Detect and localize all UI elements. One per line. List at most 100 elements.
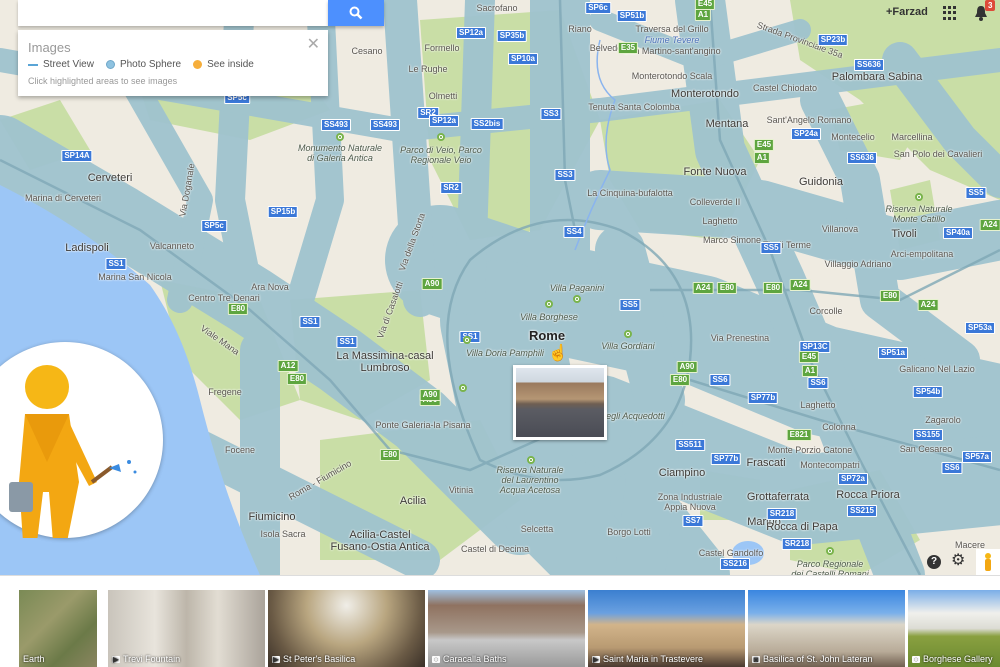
place-label[interactable]: Rome bbox=[529, 329, 565, 342]
place-label[interactable]: Laghetto bbox=[800, 400, 835, 410]
colosseum-preview-thumbnail[interactable] bbox=[513, 365, 607, 440]
park-poi-marker-icon[interactable] bbox=[527, 456, 535, 464]
place-label[interactable]: Selcetta bbox=[521, 524, 554, 534]
place-label[interactable]: Colleverde II bbox=[690, 197, 741, 207]
place-label[interactable]: Marina di Cerveteri bbox=[25, 193, 101, 203]
place-label[interactable]: Galicano Nel Lazio bbox=[899, 364, 975, 374]
place-label[interactable]: Parco di Veio, Parco Regionale Veio bbox=[400, 145, 482, 165]
place-label[interactable]: Via Prenestina bbox=[711, 333, 769, 343]
park-poi-marker-icon[interactable] bbox=[463, 336, 471, 344]
park-poi-marker-icon[interactable] bbox=[459, 384, 467, 392]
place-label[interactable]: La Massimina-casal Lumbroso bbox=[336, 350, 433, 374]
place-label[interactable]: Villa Paganini bbox=[550, 283, 604, 293]
place-label[interactable]: Zagarolo bbox=[925, 415, 961, 425]
pegman-icon[interactable] bbox=[976, 549, 1000, 575]
place-label[interactable]: Acilia-Castel Fusano-Ostia Antica bbox=[330, 529, 429, 553]
place-label[interactable]: Cesano bbox=[351, 46, 382, 56]
search-input[interactable] bbox=[18, 0, 328, 26]
place-label[interactable]: Olmetti bbox=[429, 91, 458, 101]
place-label[interactable]: San Martino-sant'angino bbox=[623, 46, 720, 56]
place-label[interactable]: Marina San Nicola bbox=[98, 272, 172, 282]
place-label[interactable]: Montecompatri bbox=[800, 460, 860, 470]
park-poi-marker-icon[interactable] bbox=[336, 133, 344, 141]
place-label[interactable]: Villa Doria Pamphili bbox=[466, 348, 544, 358]
notification-count-badge[interactable]: 3 bbox=[985, 0, 996, 11]
place-label[interactable]: Sacrofano bbox=[476, 3, 517, 13]
place-label[interactable]: Corcolle bbox=[809, 306, 842, 316]
place-label[interactable]: Arci-empolitana bbox=[891, 249, 954, 259]
place-label[interactable]: Castel Chiodato bbox=[753, 83, 817, 93]
park-poi-marker-icon[interactable] bbox=[915, 193, 923, 201]
place-label[interactable]: Rocca Priora bbox=[836, 489, 900, 501]
place-label[interactable]: Fonte Nuova bbox=[684, 166, 747, 178]
park-poi-marker-icon[interactable] bbox=[437, 133, 445, 141]
place-label[interactable]: Riserva Naturale del Laurentino Acqua Ac… bbox=[496, 465, 563, 495]
place-label[interactable]: Isola Sacra bbox=[260, 529, 305, 539]
place-label[interactable]: Monte Porzio Catone bbox=[768, 445, 853, 455]
place-label[interactable]: Tenuta Santa Colomba bbox=[588, 102, 680, 112]
place-label[interactable]: Le Rughe bbox=[408, 64, 447, 74]
place-label[interactable]: Villaggio Adriano bbox=[825, 259, 892, 269]
place-label[interactable]: La Cinquina-bufalotta bbox=[587, 188, 673, 198]
place-label[interactable]: Formello bbox=[424, 43, 459, 53]
photo-card-saint-maria-in-trastevere[interactable]: ▶ Saint Maria in Trastevere bbox=[588, 590, 745, 667]
place-label[interactable]: Valcanneto bbox=[150, 241, 194, 251]
place-label[interactable]: Monumento Naturale di Galeria Antica bbox=[298, 143, 382, 163]
photo-card-basilica-of-st-john-lateran[interactable]: ◙ Basilica of St. John Lateran bbox=[748, 590, 905, 667]
place-label[interactable]: Guidonia bbox=[799, 176, 843, 188]
close-icon[interactable]: ✕ bbox=[307, 37, 320, 53]
place-label[interactable]: Monterotondo Scala bbox=[632, 71, 713, 81]
place-label[interactable]: San Polo dei Cavalieri bbox=[894, 149, 983, 159]
place-label[interactable]: Ara Nova bbox=[251, 282, 289, 292]
place-label[interactable]: Castel di Decima bbox=[461, 544, 529, 554]
place-label[interactable]: Frascati bbox=[746, 457, 785, 469]
place-label[interactable]: Tivoli bbox=[891, 228, 916, 240]
place-label[interactable]: Villanova bbox=[822, 224, 858, 234]
place-label[interactable]: Marcellina bbox=[891, 132, 932, 142]
place-label[interactable]: Zona Industriale Appia Nuova bbox=[658, 492, 723, 512]
place-label[interactable]: Monterotondo bbox=[671, 88, 739, 100]
place-label[interactable]: Rocca di Papa bbox=[766, 521, 838, 533]
place-label[interactable]: Focene bbox=[225, 445, 255, 455]
place-label[interactable]: Ladispoli bbox=[65, 242, 108, 254]
park-poi-marker-icon[interactable] bbox=[545, 300, 553, 308]
park-poi-marker-icon[interactable] bbox=[624, 330, 632, 338]
place-label[interactable]: Grottaferrata bbox=[747, 491, 809, 503]
photo-card-caracalla-baths[interactable]: ◌ Caracalla Baths bbox=[428, 590, 585, 667]
place-label[interactable]: Villa Borghese bbox=[520, 312, 578, 322]
place-label[interactable]: Vitinia bbox=[449, 485, 473, 495]
place-label[interactable]: Centro Tre Denari bbox=[188, 293, 260, 303]
place-label[interactable]: Ponte Galeria-la Pisana bbox=[375, 420, 470, 430]
place-label[interactable]: Castel Gandolfo bbox=[699, 548, 764, 558]
place-label[interactable]: Marco Simone bbox=[703, 235, 761, 245]
place-label[interactable]: Acilia bbox=[400, 495, 426, 507]
photo-card-earth[interactable]: Earth bbox=[19, 590, 97, 667]
place-label[interactable]: San Cesareo bbox=[900, 444, 953, 454]
place-label[interactable]: Traversa del Grillo bbox=[635, 24, 708, 34]
help-button[interactable]: ? bbox=[927, 555, 941, 569]
place-label[interactable]: Riano bbox=[568, 24, 592, 34]
park-poi-marker-icon[interactable] bbox=[826, 547, 834, 555]
place-label[interactable]: Parco Regionale dei Castelli Romani bbox=[791, 559, 869, 575]
place-label[interactable]: Laghetto bbox=[702, 216, 737, 226]
photo-card-st-peters-basilica[interactable]: ▶ St Peter's Basilica bbox=[268, 590, 425, 667]
place-label[interactable]: Fregene bbox=[208, 387, 242, 397]
place-label[interactable]: Villa Gordiani bbox=[601, 341, 654, 351]
search-button[interactable] bbox=[328, 0, 384, 26]
place-label[interactable]: Ciampino bbox=[659, 467, 705, 479]
photo-card-trevi-fountain[interactable]: ▶ Trevi Fountain bbox=[108, 590, 265, 667]
photo-card-borghese-gallery[interactable]: ◌ Borghese Gallery bbox=[908, 590, 1000, 667]
user-account-link[interactable]: +Farzad bbox=[886, 6, 928, 18]
place-label[interactable]: Sant'Angelo Romano bbox=[767, 115, 852, 125]
place-label[interactable]: Borgo Lotti bbox=[607, 527, 651, 537]
gear-icon[interactable]: ⚙ bbox=[951, 553, 965, 569]
park-poi-marker-icon[interactable] bbox=[573, 295, 581, 303]
place-label[interactable]: Cerveteri bbox=[88, 172, 133, 184]
place-label[interactable]: Fiumicino bbox=[248, 511, 295, 523]
place-label[interactable]: Colonna bbox=[822, 422, 856, 432]
place-label[interactable]: Montecelio bbox=[831, 132, 875, 142]
place-label[interactable]: Riserva Naturale Monte Catillo bbox=[885, 204, 952, 224]
place-label[interactable]: Palombara Sabina bbox=[832, 71, 923, 83]
apps-grid-icon[interactable] bbox=[943, 6, 957, 20]
place-label[interactable]: Mentana bbox=[706, 118, 749, 130]
